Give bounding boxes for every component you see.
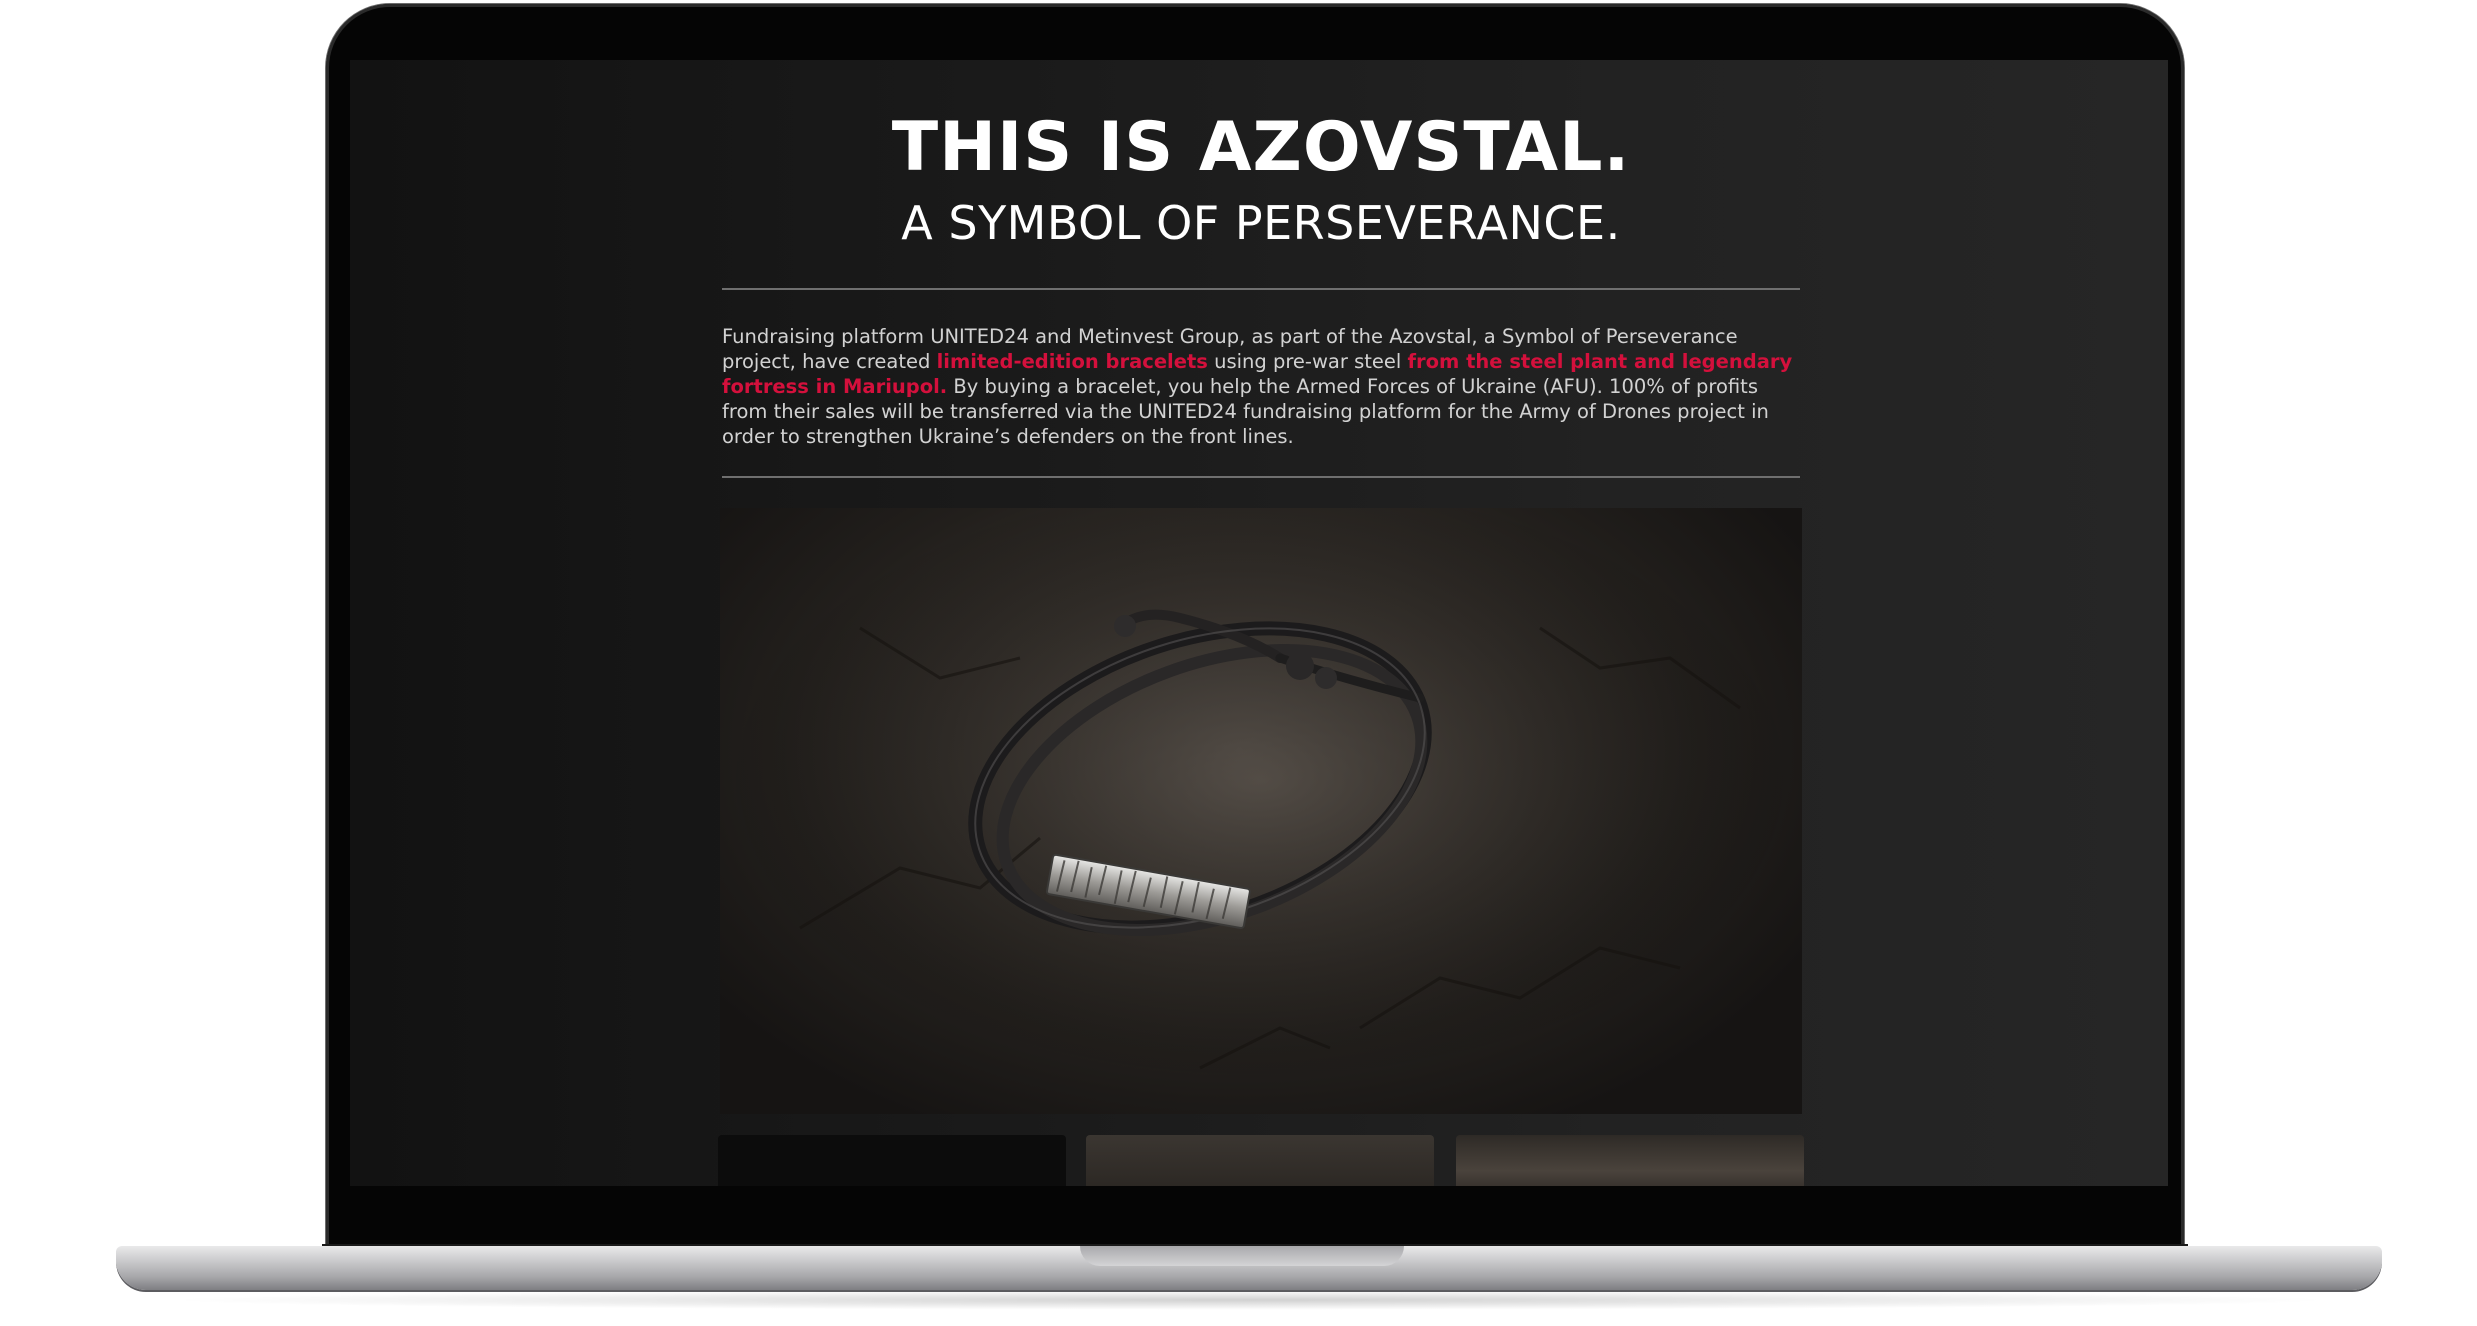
laptop-screen: THIS IS AZOVSTAL. A SYMBOL OF PERSEVERAN… — [350, 60, 2168, 1186]
page-title: THIS IS AZOVSTAL. — [891, 108, 1631, 187]
thumbnail-3[interactable] — [1456, 1135, 1804, 1186]
divider-top — [722, 288, 1800, 290]
laptop-shadow — [160, 1290, 2340, 1310]
divider-bottom — [722, 476, 1800, 478]
bracelet-photo[interactable] — [720, 508, 1802, 1114]
thumbnail-strip — [718, 1135, 1804, 1186]
intro-paragraph: Fundraising platform UNITED24 and Metinv… — [722, 324, 1800, 449]
bracelet-illustration — [720, 508, 1802, 1114]
thumbnail-2[interactable] — [1086, 1135, 1434, 1186]
laptop-notch — [1080, 1246, 1404, 1266]
intro-text-2: using pre-war steel — [1207, 350, 1408, 373]
intro-highlight-bracelets: limited-edition bracelets — [936, 350, 1208, 373]
page-content: THIS IS AZOVSTAL. A SYMBOL OF PERSEVERAN… — [718, 60, 1804, 1186]
thumbnail-1[interactable] — [718, 1135, 1066, 1186]
laptop-mockup: THIS IS AZOVSTAL. A SYMBOL OF PERSEVERAN… — [0, 0, 2477, 1326]
page-subtitle: A SYMBOL OF PERSEVERANCE. — [901, 196, 1621, 250]
